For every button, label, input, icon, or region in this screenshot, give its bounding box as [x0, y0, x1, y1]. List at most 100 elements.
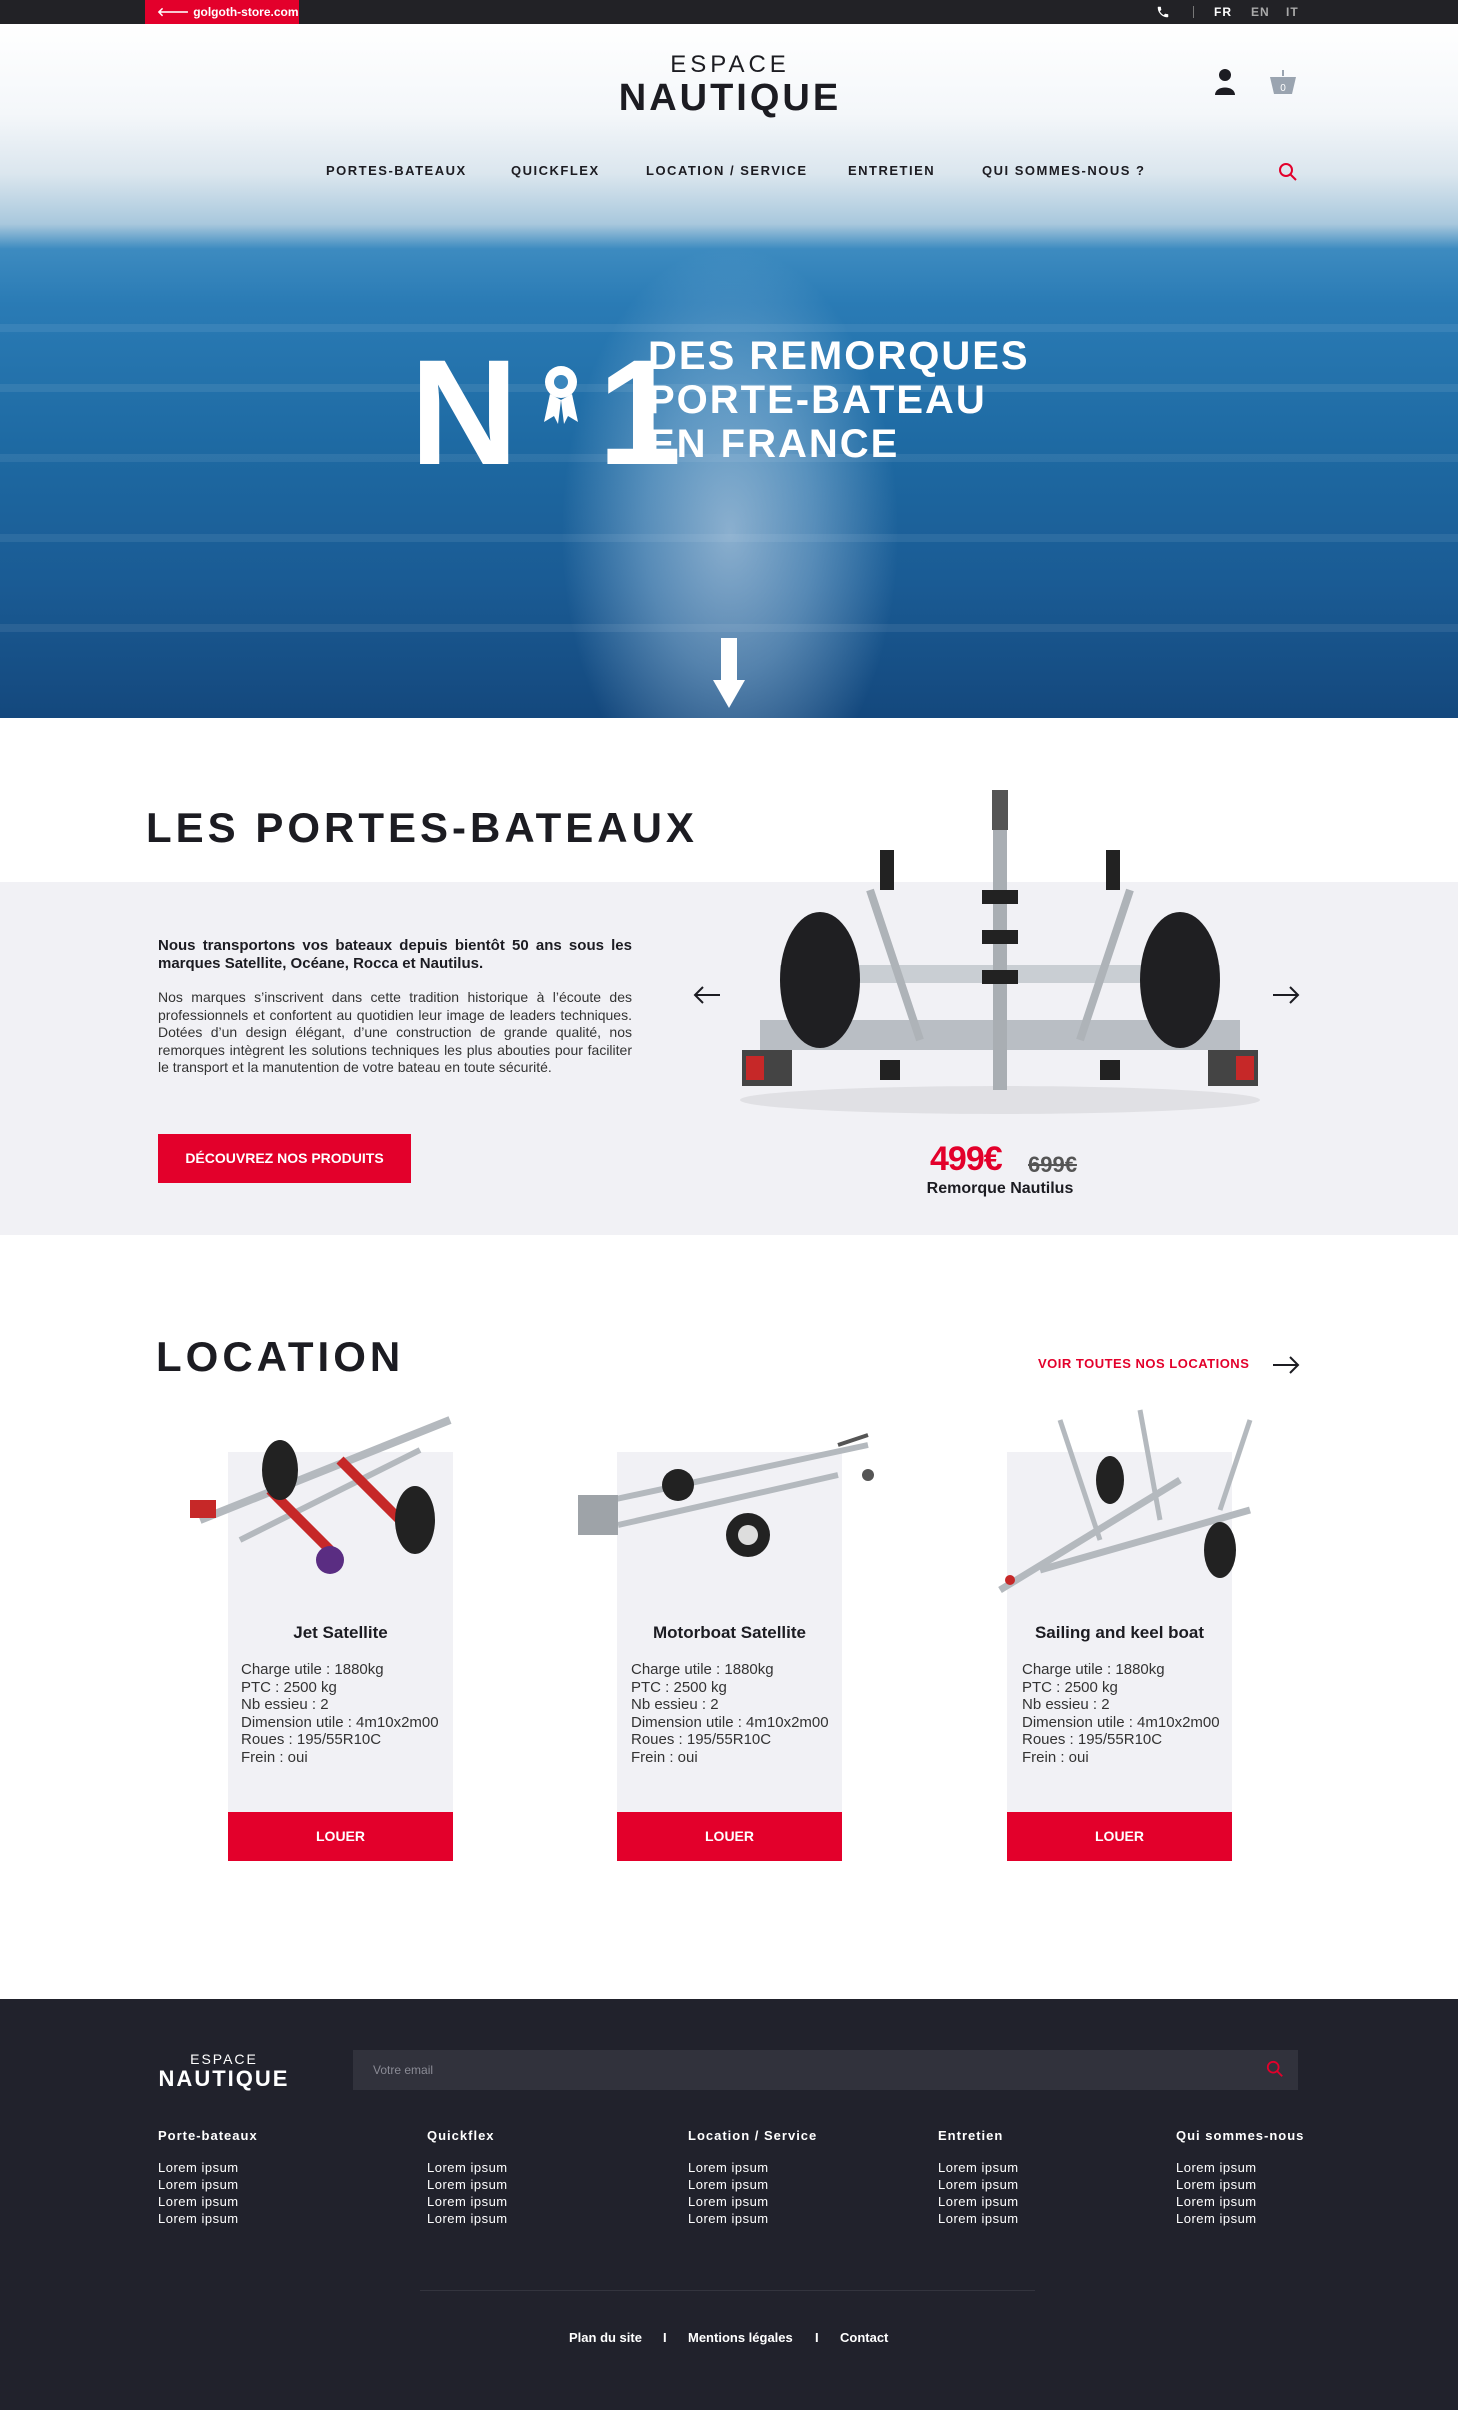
footer-link[interactable]: Lorem ipsum — [938, 2210, 1019, 2227]
rental-card-title: Jet Satellite — [293, 1623, 388, 1642]
discover-products-button[interactable]: DÉCOUVREZ NOS PRODUITS — [158, 1134, 411, 1183]
spec-ptc: PTC : 2500 kg — [241, 1678, 337, 1696]
rental-card-specs: Charge utile : 1880kg PTC : 2500 kg Nb e… — [241, 1661, 439, 1767]
footer-link[interactable]: Lorem ipsum — [1176, 2159, 1304, 2176]
footer-link[interactable]: Lorem ipsum — [158, 2193, 258, 2210]
user-icon[interactable] — [1213, 68, 1237, 96]
hero-banner: ESPACE NAUTIQUE 0 PORTES-BATEAUX QUICKFL… — [0, 24, 1458, 718]
spec-roues: Roues : 195/55R10C — [1022, 1731, 1163, 1749]
spec-roues: Roues : 195/55R10C — [631, 1731, 772, 1749]
footer-column-qui-sommes-nous: Qui sommes-nous Lorem ipsum Lorem ipsum … — [1176, 2128, 1304, 2227]
footer-column-entretien: Entretien Lorem ipsum Lorem ipsum Lorem … — [938, 2128, 1019, 2227]
nav-portes-bateaux[interactable]: PORTES-BATEAUX — [326, 163, 467, 183]
rental-card-title: Sailing and keel boat — [1034, 1623, 1205, 1642]
arrow-left-icon[interactable] — [693, 985, 721, 1005]
logo-line2: NAUTIQUE — [618, 77, 842, 119]
site-logo[interactable]: ESPACE NAUTIQUE — [600, 51, 860, 119]
footer-link[interactable]: Lorem ipsum — [938, 2159, 1019, 2176]
footer-link[interactable]: Lorem ipsum — [427, 2193, 508, 2210]
spec-ptc: PTC : 2500 kg — [1022, 1678, 1118, 1696]
rental-card-specs: Charge utile : 1880kg PTC : 2500 kg Nb e… — [1022, 1661, 1220, 1767]
see-all-arrow-icon[interactable] — [1272, 1355, 1300, 1375]
footer-column-location-service: Location / Service Lorem ipsum Lorem ips… — [688, 2128, 817, 2227]
newsletter-search-icon[interactable] — [1266, 2060, 1284, 2078]
footer-column-heading[interactable]: Porte-bateaux — [158, 2128, 258, 2143]
nav-quickflex[interactable]: QUICKFLEX — [511, 163, 600, 183]
nav-qui-sommes-nous[interactable]: QUI SOMMES-NOUS ? — [982, 163, 1145, 183]
footer-link[interactable]: Lorem ipsum — [688, 2210, 817, 2227]
nav-location-service[interactable]: LOCATION / SERVICE — [646, 163, 808, 183]
spec-charge: Charge utile : 1880kg — [1022, 1661, 1165, 1678]
product-name[interactable]: Remorque Nautilus — [900, 1180, 1100, 1198]
top-bar: 🡐 golgoth-store.com FR EN IT — [0, 0, 1458, 24]
phone-icon[interactable] — [1156, 5, 1170, 19]
footer-link[interactable]: Lorem ipsum — [688, 2176, 817, 2193]
portes-bateaux-title: LES PORTES-BATEAUX — [146, 804, 698, 851]
scroll-down-arrow-icon[interactable] — [713, 638, 745, 710]
footer-link[interactable]: Lorem ipsum — [427, 2210, 508, 2227]
spec-roues: Roues : 195/55R10C — [241, 1731, 382, 1749]
see-all-locations-link[interactable]: VOIR TOUTES NOS LOCATIONS — [1038, 1356, 1249, 1371]
footer-link[interactable]: Lorem ipsum — [1176, 2176, 1304, 2193]
spec-essieu: Nb essieu : 2 — [241, 1696, 329, 1714]
footer-logo-line2: NAUTIQUE — [158, 2066, 290, 2091]
hero-n: N — [410, 328, 518, 496]
footer-column-heading[interactable]: Qui sommes-nous — [1176, 2128, 1304, 2143]
sailing-trailer-image — [998, 1409, 1253, 1593]
footer-link[interactable]: Lorem ipsum — [427, 2159, 508, 2176]
lang-fr[interactable]: FR — [1214, 0, 1232, 24]
newsletter-email-input[interactable] — [353, 2050, 1298, 2090]
rent-button[interactable]: LOUER — [228, 1812, 453, 1861]
cart-icon[interactable]: 0 — [1268, 68, 1298, 96]
footer-link[interactable]: Lorem ipsum — [938, 2193, 1019, 2210]
footer-link[interactable]: Lorem ipsum — [427, 2176, 508, 2193]
footer-link[interactable]: Lorem ipsum — [1176, 2210, 1304, 2227]
hero-line-1: DES REMORQUES — [648, 334, 1030, 378]
portes-bateaux-lead: Nous transportons vos bateaux depuis bie… — [158, 937, 632, 972]
footer-legal-link[interactable]: Mentions légales — [688, 2330, 793, 2345]
search-icon[interactable] — [1278, 162, 1298, 182]
footer-column-heading[interactable]: Quickflex — [427, 2128, 508, 2143]
logo-line1: ESPACE — [670, 51, 790, 78]
footer-contact-link[interactable]: Contact — [840, 2330, 888, 2345]
hero-line-2: PORTE-BATEAU — [648, 378, 987, 422]
rental-card-title: Motorboat Satellite — [652, 1623, 806, 1642]
footer-logo[interactable]: ESPACE NAUTIQUE — [158, 2052, 290, 2091]
spec-frein: Frein : oui — [241, 1748, 308, 1766]
lang-it[interactable]: IT — [1286, 0, 1299, 24]
footer-logo-line1: ESPACE — [190, 2051, 258, 2067]
product-old-price: 699€ — [1028, 1152, 1077, 1177]
footer-link[interactable]: Lorem ipsum — [688, 2159, 817, 2176]
location-title: LOCATION — [156, 1333, 405, 1380]
spec-frein: Frein : oui — [631, 1748, 698, 1766]
lang-en[interactable]: EN — [1251, 0, 1270, 24]
cart-count: 0 — [1280, 83, 1286, 94]
motorboat-trailer-image — [578, 1433, 874, 1557]
footer-link[interactable]: Lorem ipsum — [1176, 2193, 1304, 2210]
spec-charge: Charge utile : 1880kg — [631, 1661, 774, 1678]
rent-button[interactable]: LOUER — [1007, 1812, 1232, 1861]
footer-link[interactable]: Lorem ipsum — [688, 2193, 817, 2210]
footer-link[interactable]: Lorem ipsum — [938, 2176, 1019, 2193]
jet-trailer-image — [190, 1416, 452, 1574]
store-link-label: golgoth-store.com — [193, 5, 299, 19]
portes-bateaux-body: Nos marques s’inscrivent dans cette trad… — [158, 989, 632, 1075]
back-arrow-icon: 🡐 — [157, 5, 190, 19]
footer-link[interactable]: Lorem ipsum — [158, 2210, 258, 2227]
rent-button[interactable]: LOUER — [617, 1812, 842, 1861]
nav-entretien[interactable]: ENTRETIEN — [848, 163, 935, 183]
footer-sitemap-link[interactable]: Plan du site — [569, 2330, 642, 2345]
footer-link[interactable]: Lorem ipsum — [158, 2159, 258, 2176]
footer-column-porte-bateaux: Porte-bateaux Lorem ipsum Lorem ipsum Lo… — [158, 2128, 258, 2227]
footer-column-heading[interactable]: Location / Service — [688, 2128, 817, 2143]
footer-link[interactable]: Lorem ipsum — [158, 2176, 258, 2193]
footer-column-heading[interactable]: Entretien — [938, 2128, 1019, 2143]
trailer-product-image[interactable] — [720, 790, 1280, 1130]
store-link[interactable]: 🡐 golgoth-store.com — [145, 0, 299, 24]
spec-essieu: Nb essieu : 2 — [1022, 1696, 1110, 1714]
rental-card-specs: Charge utile : 1880kg PTC : 2500 kg Nb e… — [631, 1661, 829, 1767]
footer-separator: I — [815, 2330, 819, 2345]
footer-column-quickflex: Quickflex Lorem ipsum Lorem ipsum Lorem … — [427, 2128, 508, 2227]
spec-ptc: PTC : 2500 kg — [631, 1678, 727, 1696]
topbar-divider — [1193, 6, 1194, 18]
